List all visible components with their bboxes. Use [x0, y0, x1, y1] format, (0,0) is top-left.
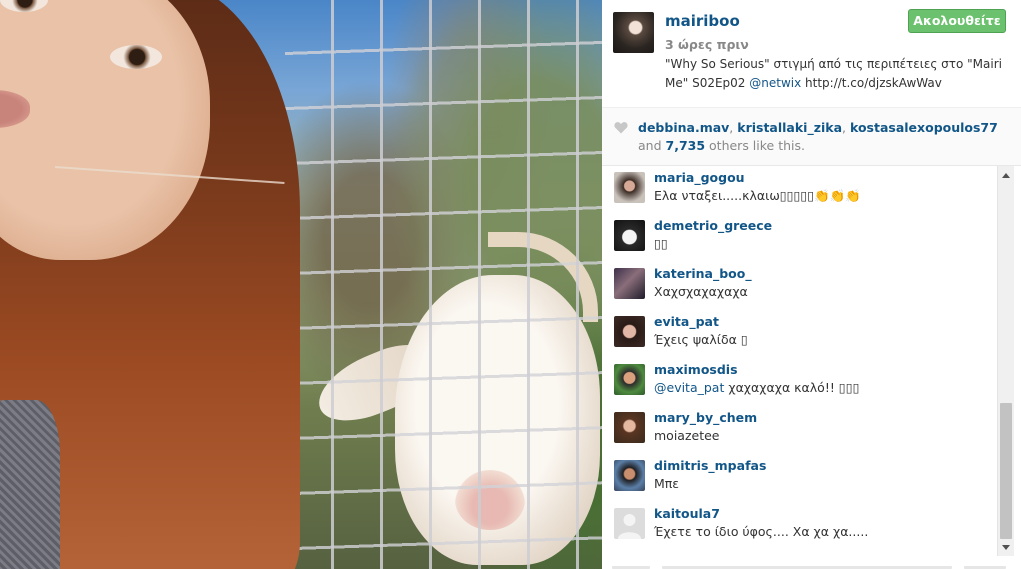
post-caption: "Why So Serious" στιγμή από τις περιπέτε… — [665, 55, 1015, 93]
comment-item: maria_gogou Ελα νταξει.....κλαιω▯▯▯▯▯👏👏👏 — [602, 166, 998, 214]
comment-item: mary_by_chem moiazetee — [602, 406, 998, 454]
like-user-link[interactable]: kostasalexopoulos77 — [850, 120, 998, 135]
comment-item: katerina_boo_ Χαχσχαχαχαχα — [602, 262, 998, 310]
likes-section: debbina.mav, kristallaki_zika, kostasale… — [602, 108, 1021, 166]
comment-text: ▯▯ — [654, 236, 668, 251]
commenter-avatar[interactable] — [614, 508, 645, 539]
commenter-avatar[interactable] — [614, 268, 645, 299]
like-user-link[interactable]: debbina.mav — [638, 120, 729, 135]
person-eye — [0, 0, 48, 12]
commenter-avatar[interactable] — [614, 412, 645, 443]
likes-others-count[interactable]: 7,735 — [666, 138, 706, 153]
caption-url-text: http://t.co/djzskAwWav — [801, 76, 942, 90]
commenter-username[interactable]: maria_gogou — [654, 170, 745, 185]
commenter-username[interactable]: dimitris_mpafas — [654, 458, 766, 473]
comments-list[interactable]: maria_gogou Ελα νταξει.....κλαιω▯▯▯▯▯👏👏👏… — [602, 166, 998, 556]
commenter-username[interactable]: evita_pat — [654, 314, 719, 329]
scrollbar-thumb[interactable] — [1000, 403, 1012, 539]
comment-item: demetrio_greece ▯▯ — [602, 214, 998, 262]
like-user-link[interactable]: kristallaki_zika — [737, 120, 842, 135]
comment-text: Έχετε το ίδιο ύφος.... Χα χα χα..... — [654, 524, 869, 539]
default-avatar-icon — [618, 514, 641, 539]
following-button[interactable]: Ακολουθείτε — [908, 9, 1006, 33]
commenter-username[interactable]: maximosdis — [654, 362, 738, 377]
commenter-avatar[interactable] — [614, 316, 645, 347]
comment-text: Χαχσχαχαχαχα — [654, 284, 748, 299]
comment-item: maximosdis @evita_pat χαχαχαχα καλό!! ▯▯… — [602, 358, 998, 406]
comment-item: kaitoula7 Έχετε το ίδιο ύφος.... Χα χα χ… — [602, 502, 998, 550]
wire-fence — [285, 0, 602, 569]
post-timestamp[interactable]: 3 ώρες πριν — [665, 37, 749, 52]
comment-text: Έχεις ψαλίδα ▯ — [654, 332, 748, 347]
comment-text-body: χαχαχαχα καλό!! ▯▯▯ — [724, 380, 860, 395]
scroll-down-arrow-icon[interactable] — [1002, 545, 1010, 550]
comments-scrollbar[interactable] — [997, 166, 1014, 556]
comment-mention-link[interactable]: @evita_pat — [654, 380, 724, 395]
comment-item: dimitris_mpafas Μπε — [602, 454, 998, 502]
commenter-username[interactable]: katerina_boo_ — [654, 266, 752, 281]
comment-text: @evita_pat χαχαχαχα καλό!! ▯▯▯ — [654, 380, 994, 395]
person-eye — [110, 45, 162, 69]
comment-item: evita_pat Έχεις ψαλίδα ▯ — [602, 310, 998, 358]
caption-mention-link[interactable]: @netwix — [749, 76, 801, 90]
likes-text: debbina.mav, kristallaki_zika, kostasale… — [638, 119, 1010, 155]
likes-others-suffix: others like this. — [705, 138, 805, 153]
comment-text: Μπε — [654, 476, 680, 491]
post-header: mairiboo 3 ώρες πριν "Why So Serious" στ… — [602, 0, 1021, 108]
person-sweater — [0, 400, 60, 569]
scroll-up-arrow-icon[interactable] — [1002, 173, 1010, 178]
commenter-avatar[interactable] — [614, 172, 645, 203]
commenter-avatar[interactable] — [614, 220, 645, 251]
heart-icon[interactable] — [614, 121, 628, 134]
post-photo — [0, 0, 602, 569]
commenter-username[interactable]: mary_by_chem — [654, 410, 757, 425]
comment-input-area[interactable] — [602, 556, 1021, 569]
post-details-panel: mairiboo 3 ώρες πριν "Why So Serious" στ… — [602, 0, 1021, 569]
comment-text: Ελα νταξει.....κλαιω▯▯▯▯▯👏👏👏 — [654, 188, 861, 203]
commenter-avatar[interactable] — [614, 460, 645, 491]
likes-separator: , — [842, 120, 850, 135]
person-lips — [0, 90, 30, 128]
owner-username[interactable]: mairiboo — [665, 12, 740, 30]
commenter-username[interactable]: demetrio_greece — [654, 218, 772, 233]
commenter-username[interactable]: kaitoula7 — [654, 506, 720, 521]
comment-text: moiazetee — [654, 428, 720, 443]
owner-avatar[interactable] — [613, 12, 654, 53]
likes-and-word: and — [638, 138, 666, 153]
commenter-avatar[interactable] — [614, 364, 645, 395]
